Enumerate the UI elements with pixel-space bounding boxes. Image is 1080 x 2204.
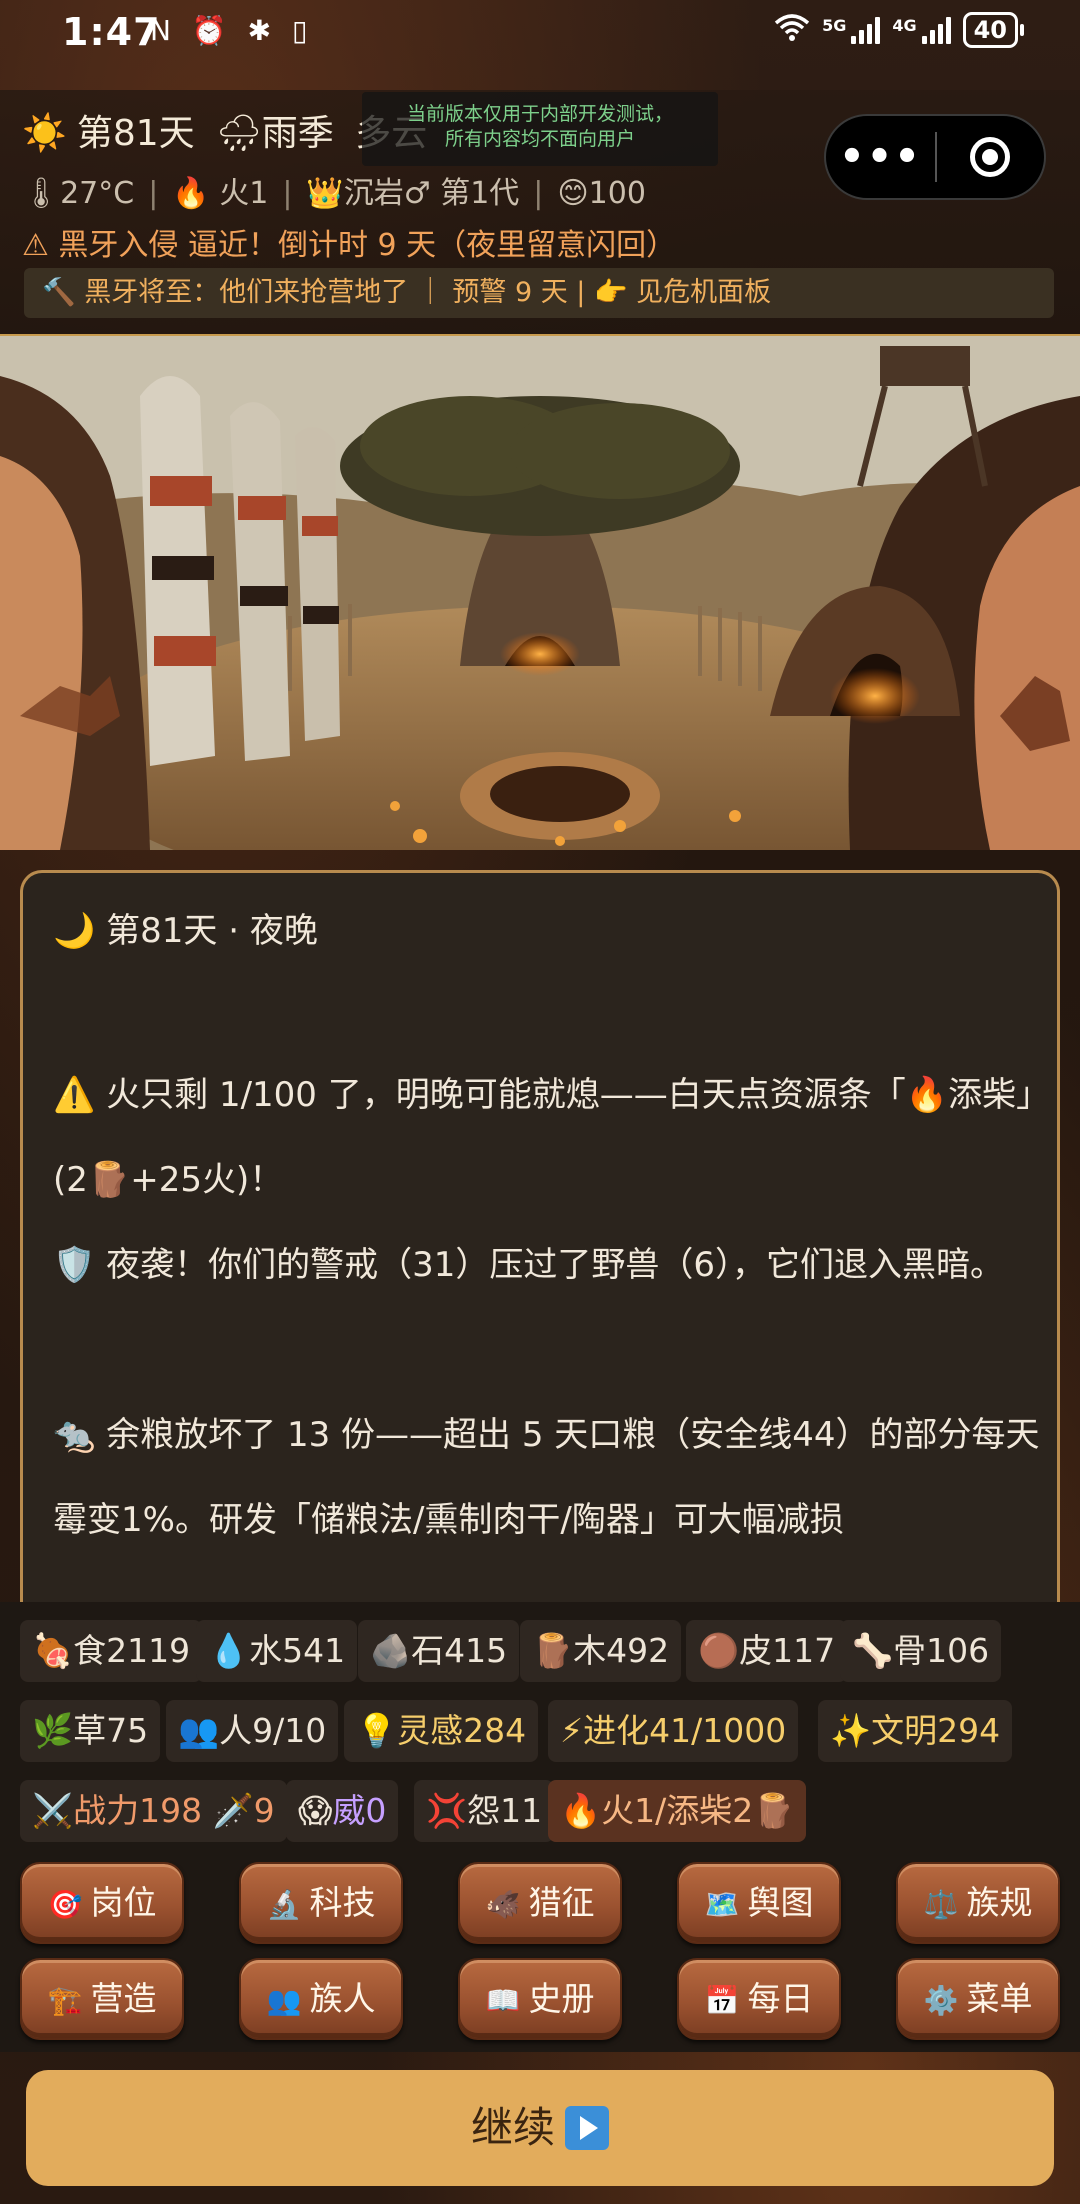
people-icon: 👥	[266, 1984, 302, 2017]
calendar-icon: 📅	[704, 1984, 740, 2017]
crisis-alert-bar[interactable]: 🔨 黑牙将至：他们来抢营地了 ｜ 预警 9 天 | 👉 见危机面板	[24, 268, 1054, 318]
resource-combat-power[interactable]: ⚔️战力198 🗡️9	[20, 1780, 287, 1842]
stats-row: 🌡27°C | 🔥 火1 | 👑沉岩♂ 第1代 | 😊100	[22, 176, 646, 211]
rain-icon: 🌧	[216, 113, 262, 154]
continue-label: 继续	[470, 2103, 555, 2152]
story-paragraph-fire: ⚠️ 火只剩 1/100 了，明晚可能就熄——白天点资源条「🔥添柴」(2🪵+25…	[53, 1075, 1034, 1200]
button-daily-label: 每日	[747, 1979, 814, 2018]
button-menu[interactable]: ⚙️ 菜单	[896, 1958, 1060, 2040]
notification-icons: N ⏰ ✱ ▯	[150, 14, 314, 47]
button-posts-label: 岗位	[90, 1883, 157, 1922]
dev-notice-line1: 当前版本仅用于内部开发测试，	[406, 103, 673, 125]
season-label: 雨季	[261, 113, 334, 154]
game-screen: 1:47 N ⏰ ✱ ▯ 5G 4G 40 ☀️ 第81天 🌧雨季 当前版本仅用…	[0, 0, 1080, 2204]
button-hunt[interactable]: 🐗 猎征	[458, 1862, 622, 1944]
button-build-label: 营造	[90, 1979, 157, 2018]
fire-stat: 🔥 火1	[172, 176, 269, 211]
resource-awe[interactable]: 😱威0	[286, 1780, 399, 1842]
status-right: 5G 4G 40	[774, 12, 1025, 48]
story-paragraph-food-spoil: 🐀 余粮放坏了 13 份——超出 5 天口粮（安全线44）的部分每天霉变1%。研…	[53, 1415, 1040, 1540]
resource-stone[interactable]: 🪨石415	[358, 1620, 520, 1682]
close-target-icon[interactable]	[937, 137, 1044, 177]
button-map-label: 舆图	[747, 1883, 814, 1922]
resource-inspiration[interactable]: 💡灵感284	[344, 1700, 539, 1762]
target-icon: 🎯	[47, 1888, 83, 1921]
signal-5g-icon: 5G	[822, 16, 881, 44]
button-hunt-label: 猎征	[528, 1883, 595, 1922]
resource-evolution[interactable]: ⚡进化41/1000	[548, 1700, 799, 1762]
button-rules[interactable]: ⚖️ 族规	[896, 1862, 1060, 1944]
story-paragraph-night-raid: 🛡️ 夜袭！你们的警戒（31）压过了野兽（6），它们退入黑暗。	[53, 1245, 1005, 1285]
leader-stat: 👑沉岩♂ 第1代	[306, 176, 520, 211]
microscope-icon: 🔬	[266, 1888, 302, 1921]
header-panel: ☀️第81天 🌧雨季 多云 当前版本仅用于内部开发测试， 所有内容均不面向用户 …	[0, 90, 1080, 337]
button-history[interactable]: 📖 史册	[458, 1958, 622, 2040]
mood-stat: 😊100	[557, 176, 646, 211]
more-icon[interactable]: •••	[826, 137, 935, 177]
dev-notice: 当前版本仅用于内部开发测试， 所有内容均不面向用户	[362, 92, 718, 166]
scales-icon: ⚖️	[923, 1888, 959, 1921]
button-tribe[interactable]: 👥 族人	[239, 1958, 403, 2040]
awe-value: 威0	[332, 1791, 387, 1830]
resource-food[interactable]: 🍖食2119	[20, 1620, 203, 1682]
button-tech[interactable]: 🔬 科技	[239, 1862, 403, 1944]
boar-icon: 🐗	[485, 1888, 521, 1921]
day-label: 第81天	[76, 113, 195, 154]
camp-scene-image	[0, 336, 1080, 850]
button-tribe-label: 族人	[309, 1979, 376, 2018]
button-rules-label: 族规	[966, 1883, 1033, 1922]
battery-icon: 40	[962, 12, 1025, 48]
story-log-panel[interactable]: 🌙 第81天 · 夜晚 ⚠️ 火只剩 1/100 了，明晚可能就熄——白天点资源…	[20, 870, 1060, 1610]
play-icon	[565, 2105, 609, 2150]
add-firewood-button[interactable]: 🔥火1/添柴2🪵	[548, 1780, 807, 1842]
story-title: 🌙 第81天 · 夜晚	[53, 911, 318, 951]
gear-icon: ⚙️	[923, 1984, 959, 2017]
continue-button[interactable]: 继续	[26, 2070, 1054, 2186]
map-icon: 🗺️	[704, 1888, 740, 1921]
resource-grass[interactable]: 🌿草75	[20, 1700, 161, 1762]
book-icon: 📖	[485, 1984, 521, 2017]
temperature: 🌡27°C	[22, 176, 135, 211]
signal-4g-icon: 4G	[892, 16, 951, 44]
invasion-warning: ⚠ 黑牙入侵 逼近！倒计时 9 天（夜里留意闪回）	[22, 228, 677, 263]
scream-icon: 😱	[298, 1791, 333, 1830]
button-daily[interactable]: 📅 每日	[677, 1958, 841, 2040]
anger-icon: 💢	[426, 1791, 468, 1830]
button-history-label: 史册	[528, 1979, 595, 2018]
resource-grudge[interactable]: 💢怨11	[414, 1780, 555, 1842]
dev-notice-line2: 所有内容均不面向用户	[444, 128, 635, 150]
sun-icon: ☀️	[22, 113, 67, 154]
grudge-value: 怨11	[467, 1791, 543, 1830]
resource-hide[interactable]: 🟤皮117	[686, 1620, 848, 1682]
clock: 1:47	[62, 10, 161, 54]
crane-icon: 🏗️	[47, 1984, 83, 2017]
resource-people[interactable]: 👥人9/10	[166, 1700, 339, 1762]
resource-bone[interactable]: 🦴骨106	[840, 1620, 1002, 1682]
button-tech-label: 科技	[309, 1883, 376, 1922]
wifi-icon	[774, 13, 810, 47]
status-bar: 1:47 N ⏰ ✱ ▯ 5G 4G 40	[0, 0, 1080, 64]
resource-wood[interactable]: 🪵木492	[520, 1620, 682, 1682]
button-posts[interactable]: 🎯 岗位	[20, 1862, 184, 1944]
button-map[interactable]: 🗺️ 舆图	[677, 1862, 841, 1944]
resource-civilization[interactable]: ✨文明294	[818, 1700, 1013, 1762]
resource-water[interactable]: 💧水541	[196, 1620, 358, 1682]
miniprogram-capsule: •••	[824, 114, 1046, 200]
button-build[interactable]: 🏗️ 营造	[20, 1958, 184, 2040]
resource-bar: 🍖食2119 💧水541 🪨石415 🪵木492 🟤皮117 🦴骨106 🌿草7…	[0, 1602, 1080, 2052]
button-menu-label: 菜单	[966, 1979, 1033, 2018]
